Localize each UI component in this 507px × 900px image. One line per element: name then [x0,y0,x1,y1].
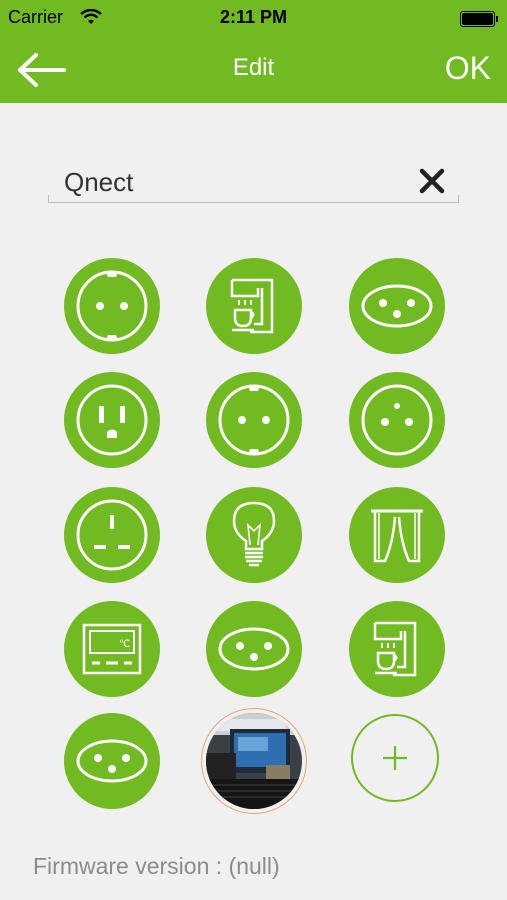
thermostat-unit-label: ℃ [119,639,130,650]
swiss-socket-oval-icon [218,627,290,671]
icon-option-schuko-1[interactable] [64,258,160,354]
icon-option-uk[interactable] [64,487,160,583]
battery-icon [460,11,498,27]
firmware-version-label: Firmware version : (null) [33,853,280,879]
french-socket-icon [361,384,433,456]
ok-button[interactable]: OK [445,50,491,87]
close-icon [419,168,445,194]
coffee-machine-icon [373,621,417,677]
swiss-socket-oval-icon [361,284,433,328]
clear-button[interactable] [417,166,447,196]
add-icon-button[interactable] [351,714,439,802]
uk-socket-icon [76,499,148,571]
icon-option-coffee-2[interactable] [349,601,445,697]
schuko-socket-icon [218,384,290,456]
swiss-socket-oval-icon [76,739,148,783]
name-input[interactable] [64,164,404,200]
device-photo [206,713,302,809]
light-bulb-icon [232,501,276,567]
icon-option-swiss-3[interactable] [64,713,160,809]
icon-option-coffee-1[interactable] [206,258,302,354]
curtains-icon [371,509,423,563]
icon-option-schuko-2[interactable] [206,372,302,468]
page-title: Edit [232,54,275,81]
thermostat-icon: ℃ [82,623,142,675]
coffee-machine-icon [230,278,274,334]
icon-option-bulb[interactable] [206,487,302,583]
custom-photo-option[interactable] [201,708,307,814]
schuko-socket-icon [76,270,148,342]
icon-option-curtains[interactable] [349,487,445,583]
plus-icon [383,746,407,770]
icon-option-swiss-2[interactable] [206,601,302,697]
status-bar: Carrier 2:11 PM [0,0,507,36]
name-field [48,160,459,203]
icon-option-swiss-1[interactable] [349,258,445,354]
clock: 2:11 PM [219,7,288,27]
icon-option-us[interactable] [64,372,160,468]
icon-option-thermostat[interactable]: ℃ [64,601,160,697]
icon-option-french[interactable] [349,372,445,468]
nav-bar: Edit OK [0,36,507,103]
us-socket-icon [76,384,148,456]
